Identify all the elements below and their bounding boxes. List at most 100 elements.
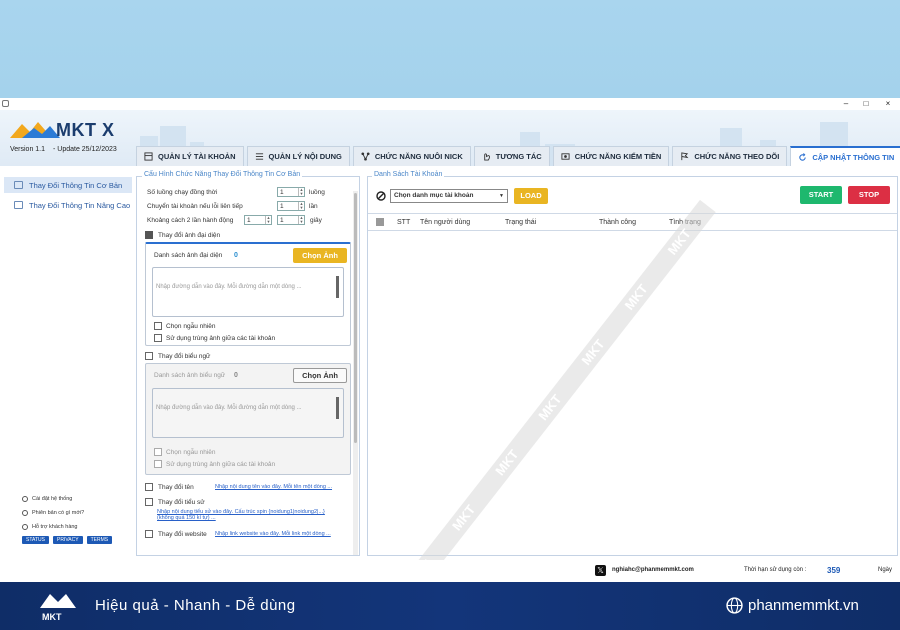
version-label: Version 1.1	[10, 146, 46, 153]
cover-paths-textarea[interactable]: Nhập đường dẫn vào đây. Mỗi đường dẫn mộ…	[152, 388, 344, 438]
column-header[interactable]: Tình trạng	[669, 219, 701, 226]
avatar-random-checkbox[interactable]	[154, 322, 162, 330]
stop-button[interactable]: STOP	[848, 186, 890, 204]
whats-new-link[interactable]: Phiên bản có gì mới?	[22, 506, 112, 520]
stepper-value: 1	[280, 202, 284, 210]
avatar-dup-option[interactable]: Sử dụng trùng ảnh giữa các tài khoản	[154, 334, 275, 342]
close-button[interactable]: ×	[880, 98, 896, 110]
license-label: Thời hạn sử dụng còn :	[744, 567, 807, 573]
delay-to-stepper[interactable]: 1 ▲ ▼	[277, 215, 305, 225]
cover-textarea-scrollbar[interactable]	[336, 392, 340, 434]
system-settings-link[interactable]: Cài đặt hệ thống	[22, 492, 112, 506]
app-header: MKT X Version 1.1 - Update 25/12/2023 QU…	[0, 110, 900, 166]
sidebar-item-basic-info[interactable]: Thay Đổi Thông Tin Cơ Bản	[4, 177, 132, 193]
stepper-value: 1	[247, 216, 251, 224]
app-icon	[2, 100, 9, 107]
tab-tracking[interactable]: CHỨC NĂNG THEO DÕI	[672, 146, 788, 166]
name-input-link[interactable]: Nhập nội dung tên vào đây. Mỗi tên một d…	[215, 484, 332, 490]
terms-button[interactable]: TERMS	[86, 536, 113, 544]
switch-row: Chuyển tài khoản nếu lỗi liên tiếp	[147, 203, 243, 210]
option-label: Chọn ngẫu nhiên	[166, 322, 216, 330]
tab-nurture-account[interactable]: CHỨC NĂNG NUÔI NICK	[352, 146, 471, 166]
cover-dup-checkbox[interactable]	[154, 460, 162, 468]
switch-unit: lần	[309, 202, 318, 210]
select-value: Chọn danh mục tài khoản	[394, 192, 474, 199]
update-label: - Update 25/12/2023	[52, 146, 117, 153]
stepper-arrows-icon[interactable]: ▲ ▼	[298, 202, 304, 210]
promo-footer: MKT Hiệu quả - Nhanh - Dễ dùng phanmemmk…	[0, 582, 900, 630]
customer-support-link[interactable]: Hỗ trợ khách hàng	[22, 520, 112, 534]
cover-checkbox[interactable]	[145, 352, 153, 360]
accounts-panel-title: Danh Sách Tài Khoản	[372, 171, 445, 178]
user-email: nghiahc@phanmemmkt.com	[612, 567, 694, 573]
minimize-button[interactable]: –	[838, 98, 854, 110]
license-days-unit: Ngày	[878, 567, 893, 573]
start-button[interactable]: START	[800, 186, 842, 204]
column-header[interactable]: Tên người dùng	[420, 219, 470, 226]
tab-update-info[interactable]: CẬP NHẬT THÔNG TIN	[790, 146, 900, 166]
name-link-text[interactable]: Nhập nội dung tên vào đây. Mỗi tên một d…	[215, 484, 332, 490]
avatar-dup-checkbox[interactable]	[154, 334, 162, 342]
avatar-toggle[interactable]: Thay đổi ảnh đại diện	[145, 231, 220, 239]
license-days: 359	[827, 566, 841, 575]
config-scrollbar[interactable]	[353, 191, 358, 555]
threads-stepper[interactable]: 1 ▲ ▼	[277, 187, 305, 197]
choose-cover-button[interactable]: Chọn Ảnh	[293, 368, 347, 383]
name-checkbox[interactable]	[145, 483, 153, 491]
x-logo-icon: 𝕏	[595, 565, 606, 576]
bio-checkbox[interactable]	[145, 498, 153, 506]
threads-label: Số luồng chạy đồng thời	[147, 189, 218, 196]
delay-from-stepper[interactable]: 1 ▲ ▼	[244, 215, 272, 225]
website-input-link[interactable]: Nhập link website vào đây. Mỗi link một …	[215, 531, 331, 537]
grid-icon	[144, 152, 153, 161]
chevron-down-icon[interactable]: ▼	[499, 190, 504, 202]
stepper-arrows-icon[interactable]: ▲ ▼	[298, 188, 304, 196]
switch-stepper[interactable]: 1 ▲ ▼	[277, 201, 305, 211]
avatar-checkbox[interactable]	[145, 231, 153, 239]
privacy-button[interactable]: PRIVACY	[52, 536, 83, 544]
config-panel: Số luồng chạy đồng thời 1 ▲ ▼ luồng Chuyển…	[136, 176, 360, 556]
bio-input-link[interactable]: Nhập nội dung tiểu sử vào đây. Cấu trúc …	[157, 509, 325, 521]
name-toggle[interactable]: Thay đổi tên	[145, 483, 194, 491]
account-category-select[interactable]: Chọn danh mục tài khoản ▼	[390, 189, 508, 203]
avatar-textarea-scrollbar[interactable]	[336, 271, 340, 313]
bio-link-text-2[interactable]: (không quá 150 kí tự) ...	[157, 515, 216, 521]
column-header[interactable]: Thành công	[599, 219, 636, 226]
tab-label: CHỨC NĂNG THEO DÕI	[694, 152, 780, 161]
website-toggle[interactable]: Thay đổi website	[145, 530, 207, 538]
tab-label: CHỨC NĂNG NUÔI NICK	[374, 152, 463, 161]
website-checkbox[interactable]	[145, 530, 153, 538]
load-button[interactable]: LOAD	[514, 188, 548, 204]
avatar-list-label: Danh sách ảnh đại diện	[154, 252, 223, 259]
cover-random-checkbox[interactable]	[154, 448, 162, 456]
option-label: Chọn ngẫu nhiên	[166, 448, 216, 456]
stepper-arrows-icon[interactable]: ▲ ▼	[265, 216, 271, 224]
cover-random-option[interactable]: Chọn ngẫu nhiên	[154, 448, 216, 456]
column-header[interactable]: STT	[397, 219, 410, 226]
avatar-paths-textarea[interactable]: Nhập đường dẫn vào đây. Mỗi đường dẫn mộ…	[152, 267, 344, 317]
sidebar-item-advanced-info[interactable]: Thay Đổi Thông Tin Nâng Cao	[4, 197, 132, 213]
link-label: Phiên bản có gì mới?	[32, 510, 85, 516]
app-logo-text: MKT X	[56, 120, 115, 140]
tab-monetize[interactable]: CHỨC NĂNG KIẾM TIỀN	[552, 146, 670, 166]
tab-content-management[interactable]: QUẢN LÝ NỘI DUNG	[246, 146, 350, 166]
tab-label: QUẢN LÝ TÀI KHOẢN	[158, 152, 236, 161]
cover-dup-option[interactable]: Sử dụng trùng ảnh giữa các tài khoản	[154, 460, 275, 468]
maximize-button[interactable]: □	[858, 98, 874, 110]
link-label: Cài đặt hệ thống	[32, 496, 73, 502]
footer-website[interactable]: phanmemmkt.vn	[748, 597, 859, 614]
cover-list-row: Danh sách ảnh biểu ngữ	[154, 372, 225, 379]
cover-toggle[interactable]: Thay đổi biểu ngữ	[145, 352, 210, 360]
stepper-arrows-icon[interactable]: ▲ ▼	[298, 216, 304, 224]
select-all-checkbox[interactable]	[376, 218, 384, 226]
status-button[interactable]: STATUS	[22, 536, 49, 544]
column-header[interactable]: Trạng thái	[505, 219, 536, 226]
cover-checkbox-label: Thay đổi biểu ngữ	[158, 352, 211, 360]
avatar-random-option[interactable]: Chọn ngẫu nhiên	[154, 322, 216, 330]
website-link-text[interactable]: Nhập link website vào đây. Mỗi link một …	[215, 531, 331, 537]
tab-account-management[interactable]: QUẢN LÝ TÀI KHOẢN	[136, 146, 244, 166]
tab-interaction[interactable]: TƯƠNG TÁC	[473, 146, 550, 166]
choose-avatar-button[interactable]: Chọn Ảnh	[293, 248, 347, 263]
accounts-table-header: STT Tên người dùng Trạng thái Thành công…	[368, 213, 897, 231]
bio-toggle[interactable]: Thay đổi tiểu sử	[145, 498, 205, 506]
